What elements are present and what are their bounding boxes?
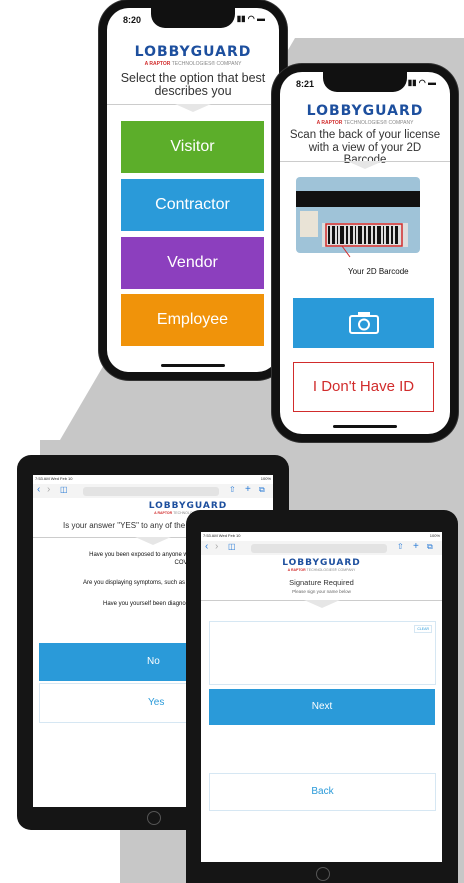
new-tab-icon[interactable]: +	[413, 541, 419, 552]
signature-pad[interactable]: CLEAR	[209, 621, 436, 685]
forward-nav-icon[interactable]: ›	[215, 541, 218, 552]
brand-logo: LOBBYGUARD A RAPTOR TECHNOLOGIES® COMPAN…	[280, 103, 450, 126]
divider-chevron	[201, 600, 442, 611]
back-button[interactable]: Back	[209, 773, 436, 811]
logo-tagline-prefix: A RAPTOR	[316, 120, 343, 126]
tablet-signature-screen: 7:53 AM Wed Feb 10 100% ‹ › ◫ ⇧ + ⧉ LOBB…	[201, 532, 442, 862]
brand-logo: LOBBYGUARD A RAPTOR TECHNOLOGIES® COMPAN…	[107, 44, 279, 67]
camera-icon	[349, 312, 379, 334]
logo-tagline-suffix: TECHNOLOGIES® COMPANY	[306, 568, 356, 572]
new-tab-icon[interactable]: +	[245, 484, 251, 495]
browser-toolbar: ‹ › ◫ ⇧ + ⧉	[201, 541, 442, 555]
bookmarks-icon[interactable]: ◫	[60, 485, 68, 494]
phone-select-device: 8:20 ▮▮ ◠ ▬ LOBBYGUARD A RAPTOR TECHNOLO…	[99, 0, 287, 380]
logo-tagline-suffix: TECHNOLOGIES® COMPANY	[343, 120, 414, 126]
status-bar: 7:53 AM Wed Feb 10 100%	[33, 475, 273, 484]
share-icon[interactable]: ⇧	[229, 485, 236, 494]
phone-notch	[323, 72, 407, 92]
signal-battery-icon: ▮▮ ◠ ▬	[236, 14, 265, 23]
url-bar[interactable]	[83, 487, 219, 496]
next-button[interactable]: Next	[209, 689, 435, 725]
license-barcode-illustration	[296, 177, 420, 258]
logo-text: LOBBYGUARD	[134, 44, 252, 60]
phone-select-screen: 8:20 ▮▮ ◠ ▬ LOBBYGUARD A RAPTOR TECHNOLO…	[107, 8, 279, 372]
visitor-button[interactable]: Visitor	[121, 121, 264, 173]
home-indicator	[161, 364, 225, 367]
browser-toolbar: ‹ › ◫ ⇧ + ⧉	[33, 484, 273, 498]
battery-text: 100%	[429, 533, 440, 538]
next-button-label: Next	[311, 701, 333, 712]
camera-button[interactable]	[293, 298, 434, 348]
no-button-label: No	[147, 656, 160, 667]
status-bar: 7:53 AM Wed Feb 10 100%	[201, 532, 442, 541]
logo-tagline-suffix: TECHNOLOGIES® COMPANY	[171, 61, 242, 67]
vendor-button[interactable]: Vendor	[121, 237, 264, 289]
status-time: 7:53 AM Wed Feb 10	[35, 476, 73, 481]
logo-tagline-prefix: A RAPTOR	[287, 568, 306, 572]
status-time: 7:53 AM Wed Feb 10	[203, 533, 241, 538]
share-icon[interactable]: ⇧	[397, 542, 404, 551]
question-heading: Is your answer "YES" to any of the q	[63, 521, 192, 530]
logo-text: LOBBYGUARD	[282, 558, 361, 568]
status-time: 8:20	[123, 15, 142, 25]
barcode-caption: Your 2D Barcode	[348, 267, 409, 276]
back-button-label: Back	[311, 786, 334, 797]
tablet-signature-device: 7:53 AM Wed Feb 10 100% ‹ › ◫ ⇧ + ⧉ LOBB…	[186, 510, 458, 883]
logo-tagline-prefix: A RAPTOR	[144, 61, 171, 67]
brand-logo: LOBBYGUARD A RAPTOR TECHNOLOGIES® COMPAN…	[201, 558, 442, 572]
tabs-icon[interactable]: ⧉	[427, 542, 433, 552]
bookmarks-icon[interactable]: ◫	[228, 542, 236, 551]
page-title: Signature Required	[289, 578, 354, 587]
page-prompt: Select the option that best describes yo…	[120, 71, 266, 98]
contractor-button[interactable]: Contractor	[121, 179, 264, 231]
home-indicator	[333, 425, 397, 428]
divider-chevron	[280, 161, 450, 172]
tabs-icon[interactable]: ⧉	[259, 485, 265, 495]
home-button[interactable]	[147, 811, 161, 825]
phone-scan-screen: 8:21 ▮▮ ◠ ▬ LOBBYGUARD A RAPTOR TECHNOLO…	[280, 72, 450, 434]
phone-scan-device: 8:21 ▮▮ ◠ ▬ LOBBYGUARD A RAPTOR TECHNOLO…	[272, 64, 458, 442]
signal-battery-icon: ▮▮ ◠ ▬	[407, 78, 436, 87]
employee-button[interactable]: Employee	[121, 294, 264, 346]
url-bar[interactable]	[251, 544, 387, 553]
logo-text: LOBBYGUARD	[306, 103, 424, 119]
logo-tagline-prefix: A RAPTOR	[154, 511, 173, 515]
phone-notch	[151, 8, 235, 28]
question-item-symptoms: Are you displaying symptoms, such as a f…	[83, 580, 197, 586]
yes-button-label: Yes	[148, 697, 165, 708]
back-nav-icon[interactable]: ‹	[205, 541, 208, 552]
no-id-button[interactable]: I Don't Have ID	[293, 362, 434, 412]
battery-text: 100%	[260, 476, 271, 481]
home-button[interactable]	[316, 867, 330, 881]
forward-nav-icon[interactable]: ›	[47, 484, 50, 495]
page-subtitle: Please sign your name below	[292, 589, 351, 594]
back-nav-icon[interactable]: ‹	[37, 484, 40, 495]
divider-chevron	[107, 104, 279, 115]
clear-signature-button[interactable]: CLEAR	[414, 625, 432, 633]
status-time: 8:21	[296, 79, 315, 89]
